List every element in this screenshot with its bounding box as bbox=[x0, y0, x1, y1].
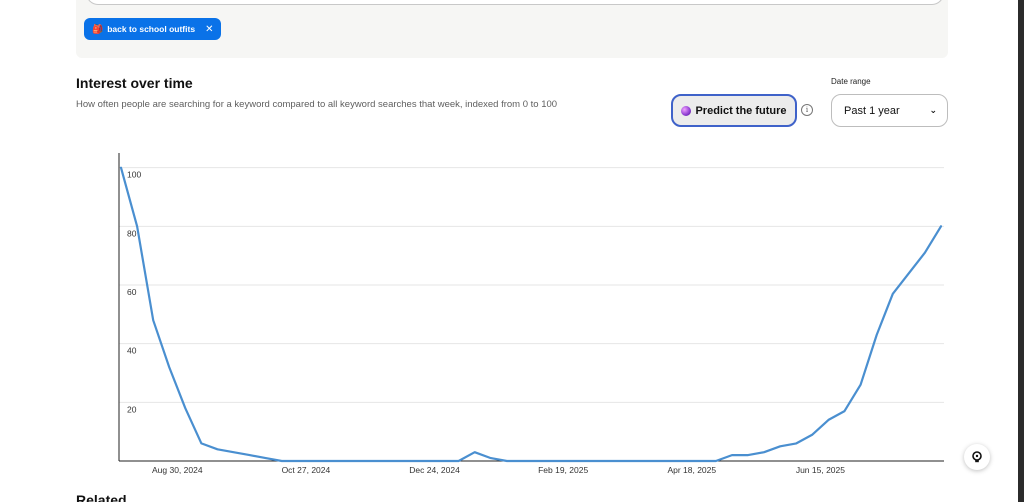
interest-over-time-chart: 20 40 60 80 100 Aug 30, 2024 Oct 27, 2024 Dec 2… bbox=[118, 153, 944, 475]
data-point bbox=[876, 334, 878, 336]
data-point bbox=[136, 225, 138, 227]
data-point bbox=[554, 460, 556, 462]
y-tick-label: 80 bbox=[127, 228, 137, 238]
data-point bbox=[860, 384, 862, 386]
data-point bbox=[409, 460, 411, 462]
data-point bbox=[570, 460, 572, 462]
data-point bbox=[120, 167, 122, 169]
data-point bbox=[811, 434, 813, 436]
data-point bbox=[538, 460, 540, 462]
series-line bbox=[119, 166, 943, 463]
data-point bbox=[827, 419, 829, 421]
data-point bbox=[795, 442, 797, 444]
data-point bbox=[233, 451, 235, 453]
data-point bbox=[651, 460, 653, 462]
x-tick-label: Apr 18, 2025 bbox=[667, 465, 716, 475]
data-point bbox=[699, 460, 701, 462]
data-point bbox=[908, 272, 910, 274]
data-point bbox=[731, 454, 733, 456]
x-tick-label: Dec 24, 2024 bbox=[409, 465, 460, 475]
data-point bbox=[522, 460, 524, 462]
data-point bbox=[393, 460, 395, 462]
data-point bbox=[249, 454, 251, 456]
data-point bbox=[474, 451, 476, 453]
data-point bbox=[490, 457, 492, 459]
y-tick-label: 100 bbox=[127, 170, 141, 180]
data-point bbox=[683, 460, 685, 462]
related-trends-title: Related trends bbox=[76, 494, 127, 502]
data-point bbox=[200, 442, 202, 444]
data-point bbox=[892, 293, 894, 295]
data-point bbox=[635, 460, 637, 462]
data-point bbox=[763, 451, 765, 453]
data-point bbox=[297, 460, 299, 462]
data-point bbox=[425, 460, 427, 462]
data-point bbox=[747, 454, 749, 456]
data-point bbox=[442, 460, 444, 462]
data-point bbox=[329, 460, 331, 462]
data-point bbox=[618, 460, 620, 462]
data-point bbox=[924, 252, 926, 254]
data-point bbox=[168, 366, 170, 368]
data-point bbox=[844, 410, 846, 412]
data-point bbox=[458, 460, 460, 462]
data-point bbox=[313, 460, 315, 462]
x-tick-label: Feb 19, 2025 bbox=[538, 465, 588, 475]
help-button[interactable] bbox=[964, 444, 990, 470]
x-tick-label: Oct 27, 2024 bbox=[282, 465, 331, 475]
y-tick-label: 60 bbox=[127, 287, 137, 297]
related-trends-heading: Related trends bbox=[76, 494, 166, 502]
data-point bbox=[265, 457, 267, 459]
lightbulb-icon bbox=[972, 451, 982, 463]
data-point bbox=[715, 460, 717, 462]
data-point bbox=[506, 460, 508, 462]
data-point bbox=[940, 225, 942, 227]
data-point bbox=[281, 460, 283, 462]
data-point bbox=[377, 460, 379, 462]
y-tick-label: 20 bbox=[127, 404, 137, 414]
y-tick-label: 40 bbox=[127, 346, 137, 356]
data-point bbox=[602, 460, 604, 462]
data-point bbox=[586, 460, 588, 462]
data-point bbox=[216, 448, 218, 450]
data-point bbox=[667, 460, 669, 462]
data-point bbox=[152, 319, 154, 321]
data-point bbox=[361, 460, 363, 462]
x-tick-label: Aug 30, 2024 bbox=[152, 465, 203, 475]
x-tick-label: Jun 15, 2025 bbox=[796, 465, 845, 475]
data-point bbox=[184, 407, 186, 409]
data-point bbox=[779, 445, 781, 447]
data-point bbox=[345, 460, 347, 462]
